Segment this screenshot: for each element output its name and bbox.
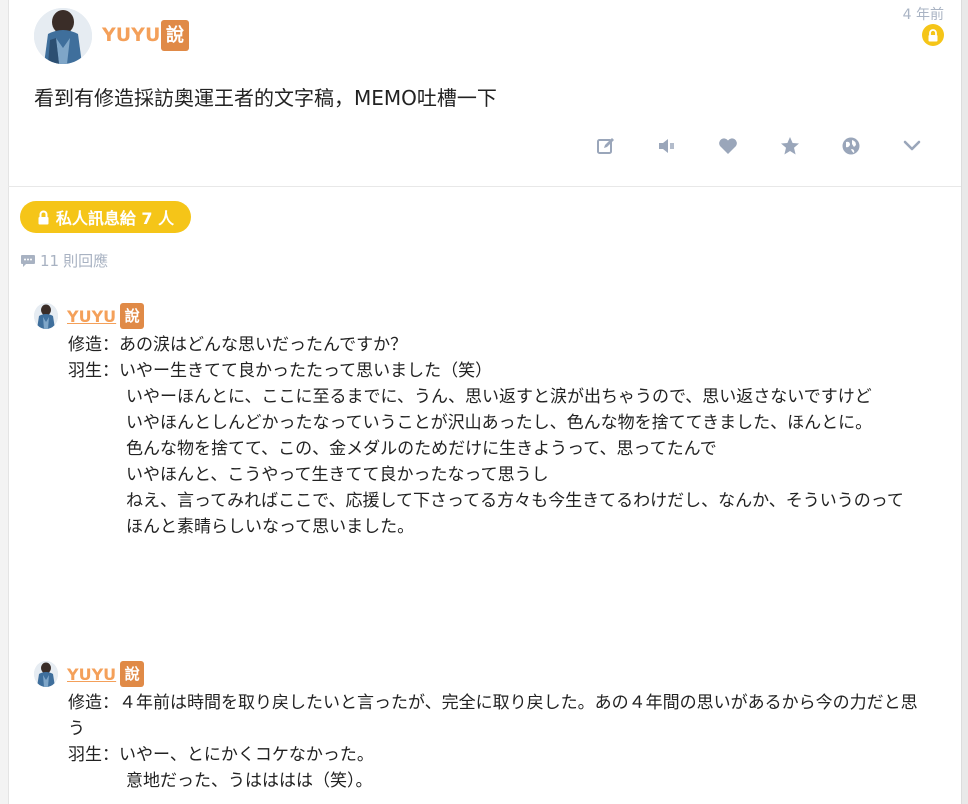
comment-line: いやほんと、こうやって生きてて良かったなって思うし [126, 465, 549, 485]
post-actions [590, 132, 930, 160]
window-scrollbar[interactable] [961, 0, 968, 804]
private-message-badge[interactable]: 私人訊息給 7 人 [20, 201, 191, 233]
chevron-down-icon[interactable] [898, 132, 926, 160]
private-message-label: 私人訊息給 7 人 [55, 209, 175, 228]
comment-line: ほんと素晴らしいなって思いました。 [126, 517, 415, 537]
say-badge: 說 [120, 303, 145, 329]
speaker-icon[interactable] [653, 132, 681, 160]
post-text: 看到有修造採訪奧運王者的文字稿，MEMO吐槽一下 [34, 86, 497, 110]
comment-header: YUYU 說 [34, 660, 145, 688]
post-timestamp: 4 年前 [902, 7, 944, 23]
avatar[interactable] [34, 303, 58, 329]
lock-icon [922, 24, 944, 46]
say-badge: 說 [120, 661, 145, 687]
avatar[interactable] [34, 8, 92, 64]
reply-count-number: 11 [40, 251, 60, 270]
star-icon[interactable] [776, 132, 804, 160]
comment-line: いやーほんとに、ここに至るまでに、うん、思い返すと涙が出ちゃうので、思い返さない… [126, 387, 872, 407]
lock-icon [38, 210, 49, 224]
comment-line: 修造：４年前は時間を取り戻したいと言ったが、完全に取り戻した。あの４年間の思いが… [68, 693, 918, 739]
avatar[interactable] [34, 661, 58, 687]
comment-header: YUYU 說 [34, 302, 145, 330]
comment-author[interactable]: YUYU [67, 665, 116, 684]
reply-count[interactable]: 11 則回應 [20, 250, 108, 271]
comment-line: 羽生：いやー、とにかくコケなかった。 [68, 745, 374, 765]
post-author[interactable]: YUYU [102, 24, 160, 46]
comment-icon [21, 255, 35, 267]
comment-text: 修造：４年前は時間を取り戻したいと言ったが、完全に取り戻した。あの４年間の思いが… [68, 690, 924, 794]
globe-icon[interactable] [837, 132, 865, 160]
comment-text: 修造：あの涙はどんな思いだったんですか？ 羽生：いやー生きてて良かったたって思い… [68, 332, 924, 540]
reply-count-label: 則回應 [63, 252, 109, 270]
comment-author[interactable]: YUYU [67, 307, 116, 326]
heart-icon[interactable] [714, 132, 742, 160]
comment-line: 羽生：いやー生きてて良かったたって思いました（笑） [68, 361, 493, 381]
comment-line: ねえ、言ってみればここで、応援して下さってる方々も今生きてるわけだし、なんか、そ… [126, 491, 904, 511]
edit-icon[interactable] [592, 132, 620, 160]
comment-line: 修造：あの涙はどんな思いだったんですか？ [68, 335, 408, 355]
comment-line: 色んな物を捨てて、この、金メダルのためだけに生きようって、思ってたんで [126, 439, 717, 459]
divider [8, 186, 961, 187]
window-left-edge [0, 0, 9, 804]
comment-line: 意地だった、うはははは（笑）。 [126, 771, 373, 791]
say-badge: 說 [161, 20, 189, 51]
comment-line: いやほんとしんどかったなっていうことが沢山あったし、色んな物を捨ててきました、ほ… [126, 413, 873, 433]
